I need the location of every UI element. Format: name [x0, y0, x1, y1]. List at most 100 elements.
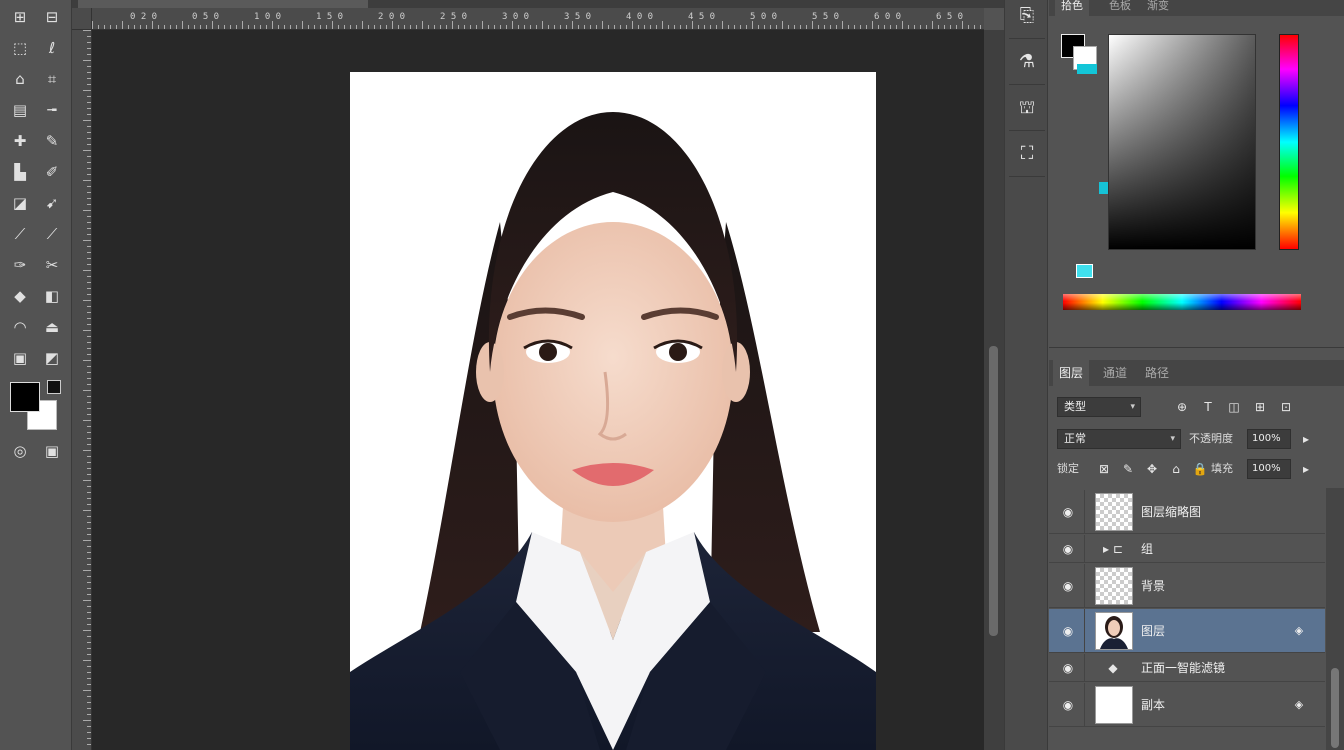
layer-thumbnail[interactable]: [1095, 686, 1133, 724]
tab-gradients[interactable]: 渐变: [1141, 0, 1175, 16]
document-tab[interactable]: [78, 0, 368, 8]
tab-paths[interactable]: 路径: [1139, 360, 1175, 386]
history-panel-button[interactable]: ⎘: [1013, 2, 1041, 30]
tab-swatches[interactable]: 色板: [1103, 0, 1137, 16]
document-image[interactable]: [350, 72, 876, 750]
eyedropper-tool-icon[interactable]: ╼: [40, 99, 64, 121]
vertical-ruler[interactable]: [72, 30, 92, 750]
eye-icon[interactable]: ◉: [1057, 579, 1079, 593]
dodge-tool-icon[interactable]: ⟋: [40, 223, 64, 245]
layer-thumbnail[interactable]: [1095, 493, 1133, 531]
artboard-tool-icon[interactable]: ⊟: [40, 6, 64, 28]
web-safe-color-icon[interactable]: [1076, 264, 1093, 278]
foreground-swatch[interactable]: [10, 382, 40, 412]
layer-filter-icon[interactable]: ⊡: [1277, 398, 1295, 416]
screen-mode-button[interactable]: ▣: [40, 440, 64, 462]
hand-tool-icon[interactable]: ◠: [8, 316, 32, 338]
layer-name[interactable]: 背景: [1141, 564, 1165, 607]
lasso-tool-icon[interactable]: ℓ: [40, 37, 64, 59]
stamp-tool-icon[interactable]: ▙: [8, 161, 32, 183]
healing-tool-icon[interactable]: ✚: [8, 130, 32, 152]
marquee-tool-icon[interactable]: ⬚: [8, 37, 32, 59]
edit-toolbar-icon[interactable]: ▣: [8, 347, 32, 369]
properties-panel-button[interactable]: ⛶: [1013, 140, 1041, 168]
frame-tool-icon[interactable]: ▤: [8, 99, 32, 121]
adjustments-panel-button[interactable]: ⚗: [1013, 48, 1041, 76]
fill-input[interactable]: 100%: [1247, 459, 1291, 479]
quick-mask-button[interactable]: ◎: [8, 440, 32, 462]
fill-slider-toggle[interactable]: ▸: [1297, 460, 1315, 478]
default-colors-icon[interactable]: [47, 380, 61, 394]
brush-tool-icon[interactable]: ✎: [40, 130, 64, 152]
tab-layers[interactable]: 图层: [1053, 360, 1090, 386]
shape-tool-icon[interactable]: ◧: [40, 285, 64, 307]
ruler-tick: [248, 25, 249, 29]
crop-tool-icon[interactable]: ⌗: [40, 68, 64, 90]
extra-tool-icon[interactable]: ◩: [40, 347, 64, 369]
libraries-panel-button[interactable]: ⛫: [1013, 94, 1041, 122]
layer-thumbnail[interactable]: [1095, 567, 1133, 605]
layer-name[interactable]: 图层缩略图: [1141, 490, 1201, 533]
path-select-tool-icon[interactable]: ◆: [8, 285, 32, 307]
saturation-value-picker[interactable]: [1108, 34, 1256, 250]
scroll-thumb[interactable]: [989, 346, 998, 636]
layer-filter-icon[interactable]: ◫: [1225, 398, 1243, 416]
lock-option-icon[interactable]: ⊠: [1095, 460, 1113, 478]
lock-option-icon[interactable]: ✎: [1119, 460, 1137, 478]
out-of-gamut-icon[interactable]: [1077, 64, 1097, 74]
quick-select-tool-icon[interactable]: ⌂: [8, 68, 32, 90]
ruler-corner[interactable]: [72, 8, 92, 30]
picker-marker[interactable]: [1099, 182, 1108, 194]
layers-scrollbar[interactable]: [1326, 488, 1344, 750]
eye-icon[interactable]: ◉: [1057, 505, 1079, 519]
ruler-tick: [87, 666, 91, 667]
lock-icon[interactable]: ◈: [1291, 697, 1307, 713]
canvas-vertical-scrollbar[interactable]: [984, 30, 1004, 750]
layer-name[interactable]: 图层: [1141, 609, 1165, 652]
ruler-tick: [87, 642, 91, 643]
blend-mode-dropdown[interactable]: 正常 ▾: [1057, 429, 1181, 449]
tab-channels[interactable]: 通道: [1097, 360, 1133, 386]
folder-icon[interactable]: ▸ ⊏: [1093, 540, 1133, 558]
color-spectrum-ramp[interactable]: [1063, 294, 1301, 310]
layer-name[interactable]: 组: [1141, 535, 1153, 562]
zoom-tool-icon[interactable]: ⏏: [40, 316, 64, 338]
eye-icon[interactable]: ◉: [1057, 698, 1079, 712]
history-brush-tool-icon[interactable]: ✐: [40, 161, 64, 183]
layer-name[interactable]: 正面一智能滤镜: [1141, 654, 1225, 681]
hue-slider[interactable]: [1279, 34, 1299, 250]
layer-row[interactable]: ◉ 副本 ◈: [1049, 683, 1325, 727]
blur-tool-icon[interactable]: ⟋: [8, 223, 32, 245]
layer-row[interactable]: ◉ 图层缩略图: [1049, 490, 1325, 534]
eye-icon[interactable]: ◉: [1057, 624, 1079, 638]
canvas-area[interactable]: [92, 30, 984, 750]
layer-row[interactable]: ◉ 背景: [1049, 564, 1325, 608]
layer-filter-icon[interactable]: T: [1199, 398, 1217, 416]
layer-row[interactable]: ◉ 图层 ◈: [1049, 609, 1325, 653]
effect-icon[interactable]: ◆: [1093, 659, 1133, 677]
eye-icon[interactable]: ◉: [1057, 661, 1079, 675]
lock-icon[interactable]: ◈: [1291, 623, 1307, 639]
lock-option-icon[interactable]: 🔒: [1191, 460, 1209, 478]
ruler-tick: [87, 48, 91, 49]
tab-color[interactable]: 拾色: [1055, 0, 1089, 16]
eraser-tool-icon[interactable]: ◪: [8, 192, 32, 214]
layer-name[interactable]: 副本: [1141, 683, 1165, 726]
layer-filter-icon[interactable]: ⊕: [1173, 398, 1191, 416]
lock-option-icon[interactable]: ⌂: [1167, 460, 1185, 478]
scroll-thumb[interactable]: [1331, 668, 1339, 748]
move-tool-icon[interactable]: ⊞: [8, 6, 32, 28]
horizontal-ruler[interactable]: 0 2 00 5 01 0 01 5 02 0 02 5 03 0 03 5 0…: [92, 8, 984, 30]
type-tool-icon[interactable]: ✂: [40, 254, 64, 276]
pen-tool-icon[interactable]: ✑: [8, 254, 32, 276]
layer-row[interactable]: ◉ ◆ 正面一智能滤镜: [1049, 654, 1325, 682]
lock-option-icon[interactable]: ✥: [1143, 460, 1161, 478]
layer-thumbnail[interactable]: [1095, 612, 1133, 650]
layer-filter-dropdown[interactable]: 类型 ▾: [1057, 397, 1141, 417]
layer-row[interactable]: ◉ ▸ ⊏ 组: [1049, 535, 1325, 563]
layer-filter-icon[interactable]: ⊞: [1251, 398, 1269, 416]
opacity-slider-toggle[interactable]: ▸: [1297, 430, 1315, 448]
eye-icon[interactable]: ◉: [1057, 542, 1079, 556]
opacity-input[interactable]: 100%: [1247, 429, 1291, 449]
gradient-tool-icon[interactable]: ➹: [40, 192, 64, 214]
